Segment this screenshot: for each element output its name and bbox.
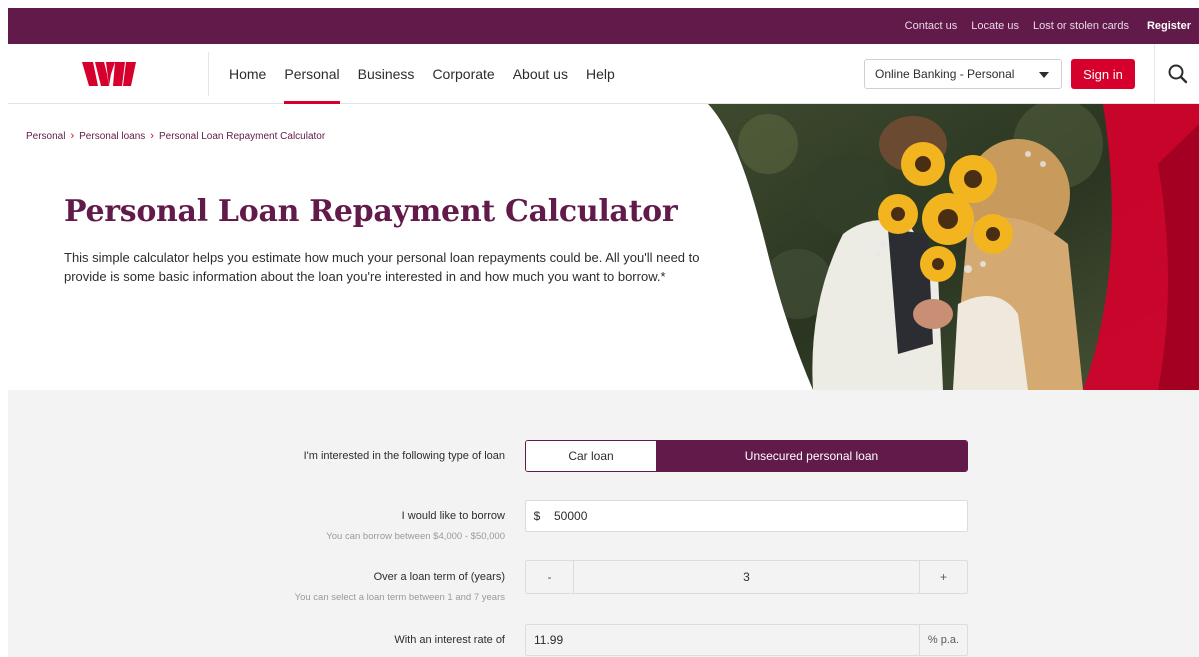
interest-rate-value[interactable]: 11.99	[526, 633, 919, 647]
page: Contact us Locate us Lost or stolen card…	[8, 8, 1199, 657]
search-icon[interactable]	[1164, 60, 1192, 88]
loan-term-stepper: - 3 +	[525, 560, 968, 594]
nav-about-us[interactable]: About us	[513, 44, 568, 104]
nav-business[interactable]: Business	[358, 44, 415, 104]
breadcrumb-personal[interactable]: Personal	[26, 131, 65, 142]
lost-stolen-cards-link[interactable]: Lost or stolen cards	[1033, 20, 1129, 32]
utility-links: Contact us Locate us Lost or stolen card…	[905, 8, 1191, 44]
online-banking-select[interactable]: Online Banking - Personal	[864, 59, 1062, 89]
breadcrumb-personal-loans[interactable]: Personal loans	[79, 131, 145, 142]
main-header: Home Personal Business Corporate About u…	[8, 44, 1199, 104]
search-divider	[1154, 44, 1155, 104]
nav-home[interactable]: Home	[229, 44, 266, 104]
borrow-amount-value[interactable]: 50000	[548, 509, 587, 523]
register-link[interactable]: Register	[1147, 20, 1191, 32]
primary-nav: Home Personal Business Corporate About u…	[229, 44, 615, 104]
increase-term-button[interactable]: +	[919, 561, 967, 593]
caret-down-icon	[1039, 72, 1049, 78]
utility-bar: Contact us Locate us Lost or stolen card…	[8, 8, 1199, 44]
loan-calculator-form: I'm interested in the following type of …	[8, 390, 1199, 657]
interest-rate-unit: % p.a.	[919, 625, 967, 655]
currency-symbol: $	[533, 509, 541, 523]
loan-term-value[interactable]: 3	[574, 570, 919, 584]
interest-rate-label: With an interest rate of	[394, 634, 505, 646]
car-loan-option[interactable]: Car loan	[526, 441, 656, 471]
nav-personal[interactable]: Personal	[284, 44, 340, 104]
online-banking-select-value: Online Banking - Personal	[875, 67, 1015, 81]
loan-type-label: I'm interested in the following type of …	[303, 450, 505, 462]
borrow-amount-label: I would like to borrow	[401, 510, 505, 522]
nav-corporate[interactable]: Corporate	[432, 44, 494, 104]
interest-rate-input[interactable]: 11.99 % p.a.	[525, 624, 968, 656]
borrow-amount-hint: You can borrow between $4,000 - $50,000	[326, 531, 505, 542]
locate-us-link[interactable]: Locate us	[971, 20, 1019, 32]
page-title: Personal Loan Repayment Calculator	[64, 194, 678, 229]
contact-us-link[interactable]: Contact us	[905, 20, 958, 32]
loan-type-toggle: Car loan Unsecured personal loan	[525, 440, 968, 472]
decrease-term-button[interactable]: -	[526, 561, 574, 593]
sign-in-button[interactable]: Sign in	[1071, 59, 1135, 89]
hero-couple-sunflowers-image	[708, 104, 1199, 390]
unsecured-personal-loan-option[interactable]: Unsecured personal loan	[656, 441, 967, 471]
loan-term-label: Over a loan term of (years)	[373, 571, 505, 583]
breadcrumb-current-page: Personal Loan Repayment Calculator	[158, 130, 326, 142]
hero-banner: Personal › Personal loans › Personal Loa…	[8, 104, 1199, 390]
borrow-amount-input[interactable]: $ 50000	[525, 500, 968, 532]
loan-term-hint: You can select a loan term between 1 and…	[294, 592, 505, 603]
page-description: This simple calculator helps you estimat…	[64, 250, 700, 284]
chevron-right-icon: ›	[70, 130, 75, 142]
nav-divider	[208, 52, 209, 96]
chevron-right-icon: ›	[150, 130, 154, 142]
nav-help[interactable]: Help	[586, 44, 615, 104]
westpac-logo-icon[interactable]	[82, 62, 136, 86]
breadcrumb: Personal › Personal loans › Personal Loa…	[26, 130, 325, 142]
